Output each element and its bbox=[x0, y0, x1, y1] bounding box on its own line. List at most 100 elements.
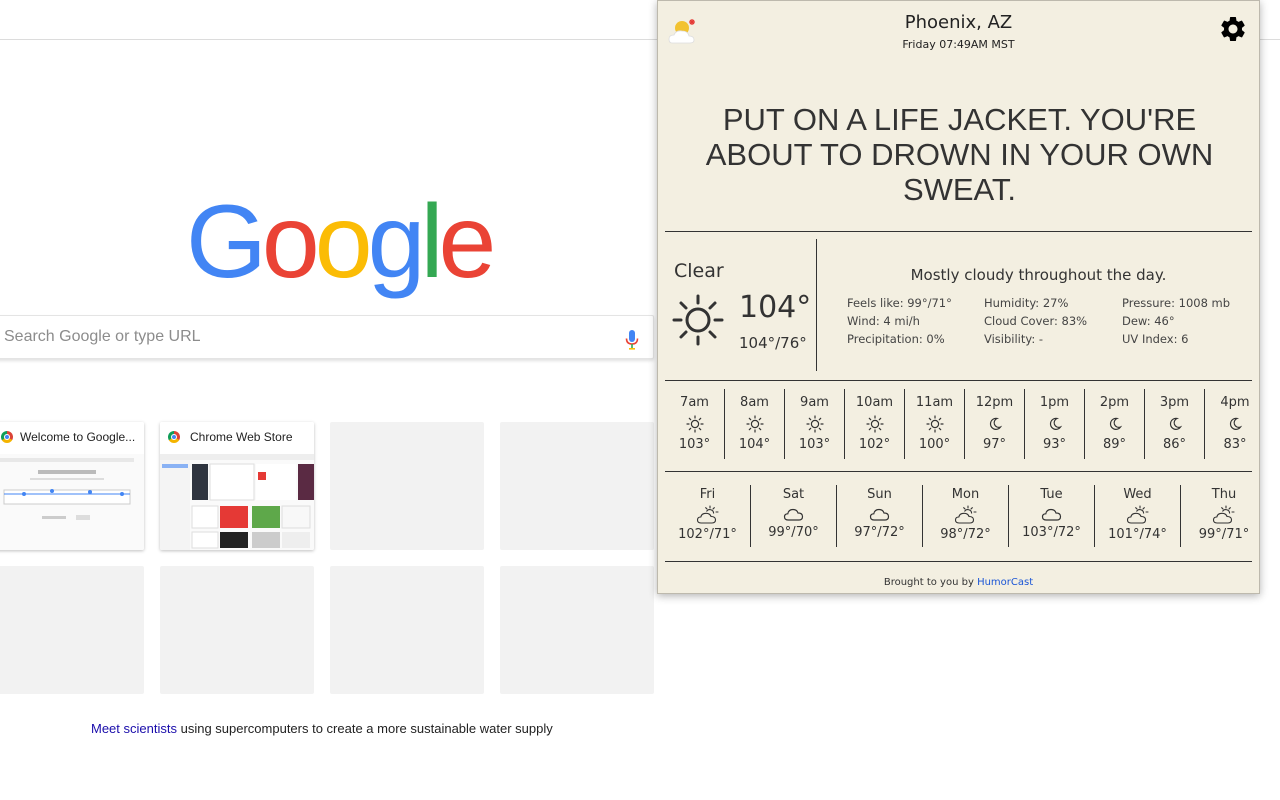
day-temperature: 102°/71° bbox=[678, 527, 737, 542]
moon-icon bbox=[965, 415, 1024, 433]
feels-like: Feels like: 99°/71° bbox=[847, 296, 952, 310]
logo-letter: G bbox=[186, 184, 267, 300]
weather-popup: Phoenix, AZ Friday 07:49AM MST PUT ON A … bbox=[657, 0, 1260, 594]
logo-letter: e bbox=[438, 184, 497, 300]
most-visited-tile[interactable]: Welcome to Google... bbox=[0, 422, 144, 550]
partly-cloudy-icon bbox=[923, 505, 1008, 525]
uv-index: UV Index: 6 bbox=[1122, 332, 1189, 346]
moon-icon bbox=[1205, 415, 1265, 433]
hourly-item: 4pm 83° bbox=[1205, 389, 1265, 459]
chrome-web-store-icon bbox=[168, 431, 180, 443]
hour-temperature: 103° bbox=[678, 437, 711, 452]
daily-summary: Mostly cloudy throughout the day. bbox=[910, 266, 1167, 284]
hour-label: 1pm bbox=[1039, 395, 1070, 410]
hour-temperature: 93° bbox=[1042, 437, 1067, 452]
daily-item: Mon 98°/72° bbox=[923, 485, 1009, 547]
hourly-item: 12pm 97° bbox=[965, 389, 1025, 459]
hourly-item: 3pm 86° bbox=[1145, 389, 1205, 459]
day-temperature: 101°/74° bbox=[1108, 527, 1167, 542]
empty-tile bbox=[500, 566, 654, 694]
humorcast-link[interactable]: HumorCast bbox=[977, 577, 1033, 588]
promo-text: Meet scientists using supercomputers to … bbox=[91, 721, 553, 736]
current-high-low: 104°/76° bbox=[739, 334, 807, 352]
logo-letter: l bbox=[420, 184, 443, 300]
moon-icon bbox=[1145, 415, 1204, 433]
current-condition: Clear bbox=[674, 260, 724, 282]
details-col-1: Feels like: 99°/71° Wind: 4 mi/h Precipi… bbox=[847, 294, 952, 348]
hour-temperature: 102° bbox=[858, 437, 891, 452]
daily-item: Fri 102°/71° bbox=[665, 485, 751, 547]
hour-temperature: 104° bbox=[738, 437, 771, 452]
divider bbox=[665, 380, 1252, 381]
day-temperature: 97°/72° bbox=[854, 525, 905, 540]
day-label: Sat bbox=[782, 487, 805, 502]
divider bbox=[665, 471, 1252, 472]
precipitation: Precipitation: 0% bbox=[847, 332, 945, 346]
hour-label: 9am bbox=[800, 395, 829, 410]
gear-icon[interactable] bbox=[1218, 14, 1248, 44]
sun-icon bbox=[672, 294, 724, 346]
web-store-thumbnail bbox=[160, 454, 314, 550]
partly-cloudy-icon bbox=[1095, 505, 1180, 525]
date-time: Friday 07:49AM MST bbox=[902, 38, 1015, 51]
hourly-item: 2pm 89° bbox=[1085, 389, 1145, 459]
hour-temperature: 100° bbox=[918, 437, 951, 452]
empty-tile bbox=[0, 566, 144, 694]
day-label: Tue bbox=[1040, 487, 1063, 502]
tile-header: Welcome to Google... bbox=[0, 422, 144, 452]
search-input[interactable] bbox=[4, 316, 604, 358]
cloud-cover: Cloud Cover: 83% bbox=[984, 314, 1088, 328]
daily-item: Tue 103°/72° bbox=[1009, 485, 1095, 547]
hour-label: 3pm bbox=[1159, 395, 1190, 410]
day-label: Fri bbox=[699, 487, 716, 502]
promo-text-rest: using supercomputers to create a more su… bbox=[176, 721, 553, 736]
most-visited-tile[interactable]: Chrome Web Store bbox=[160, 422, 314, 550]
hourly-item: 7am 103° bbox=[665, 389, 725, 459]
hour-temperature: 97° bbox=[982, 437, 1007, 452]
google-logo: Google bbox=[186, 184, 497, 300]
hourly-item: 11am 100° bbox=[905, 389, 965, 459]
welcome-page-thumbnail bbox=[0, 458, 134, 520]
cloud-icon bbox=[751, 505, 836, 523]
day-label: Mon bbox=[951, 487, 980, 502]
hour-temperature: 89° bbox=[1102, 437, 1127, 452]
hour-temperature: 86° bbox=[1162, 437, 1187, 452]
empty-tile bbox=[330, 566, 484, 694]
hourly-item: 10am 102° bbox=[845, 389, 905, 459]
tile-header: Chrome Web Store bbox=[160, 422, 314, 452]
cloud-icon bbox=[1009, 505, 1094, 523]
humor-forecast: PUT ON A LIFE JACKET. YOU'RE ABOUT TO DR… bbox=[705, 102, 1214, 207]
hour-temperature: 103° bbox=[798, 437, 831, 452]
day-temperature: 98°/72° bbox=[940, 527, 991, 542]
daily-item: Sun 97°/72° bbox=[837, 485, 923, 547]
sun-icon bbox=[665, 415, 724, 433]
hour-label: 10am bbox=[855, 395, 894, 410]
hourly-item: 1pm 93° bbox=[1025, 389, 1085, 459]
details-col-3: Pressure: 1008 mb Dew: 46° UV Index: 6 bbox=[1122, 294, 1230, 348]
chrome-icon bbox=[1, 431, 13, 443]
visibility: Visibility: - bbox=[984, 332, 1044, 346]
hourly-item: 9am 103° bbox=[785, 389, 845, 459]
divider bbox=[665, 231, 1252, 232]
current-temperature: 104° bbox=[739, 290, 812, 325]
daily-item: Sat 99°/70° bbox=[751, 485, 837, 547]
partly-cloudy-icon bbox=[1181, 505, 1267, 525]
credit-line: Brought to you by HumorCast bbox=[658, 577, 1259, 588]
sun-icon bbox=[905, 415, 964, 433]
promo-link[interactable]: Meet scientists bbox=[91, 721, 177, 736]
sun-icon bbox=[725, 415, 784, 433]
hour-label: 12pm bbox=[975, 395, 1014, 410]
day-temperature: 99°/70° bbox=[768, 525, 819, 540]
tile-title: Chrome Web Store bbox=[190, 430, 293, 444]
sun-icon bbox=[845, 415, 904, 433]
microphone-icon[interactable] bbox=[625, 330, 639, 350]
logo-letter: o bbox=[261, 184, 320, 300]
day-label: Thu bbox=[1211, 487, 1237, 502]
hour-label: 4pm bbox=[1220, 395, 1250, 410]
moon-icon bbox=[1085, 415, 1144, 433]
search-box[interactable] bbox=[0, 315, 654, 359]
empty-tile bbox=[500, 422, 654, 550]
partly-cloudy-icon bbox=[665, 505, 750, 525]
day-label: Wed bbox=[1123, 487, 1152, 502]
wind: Wind: 4 mi/h bbox=[847, 314, 920, 328]
